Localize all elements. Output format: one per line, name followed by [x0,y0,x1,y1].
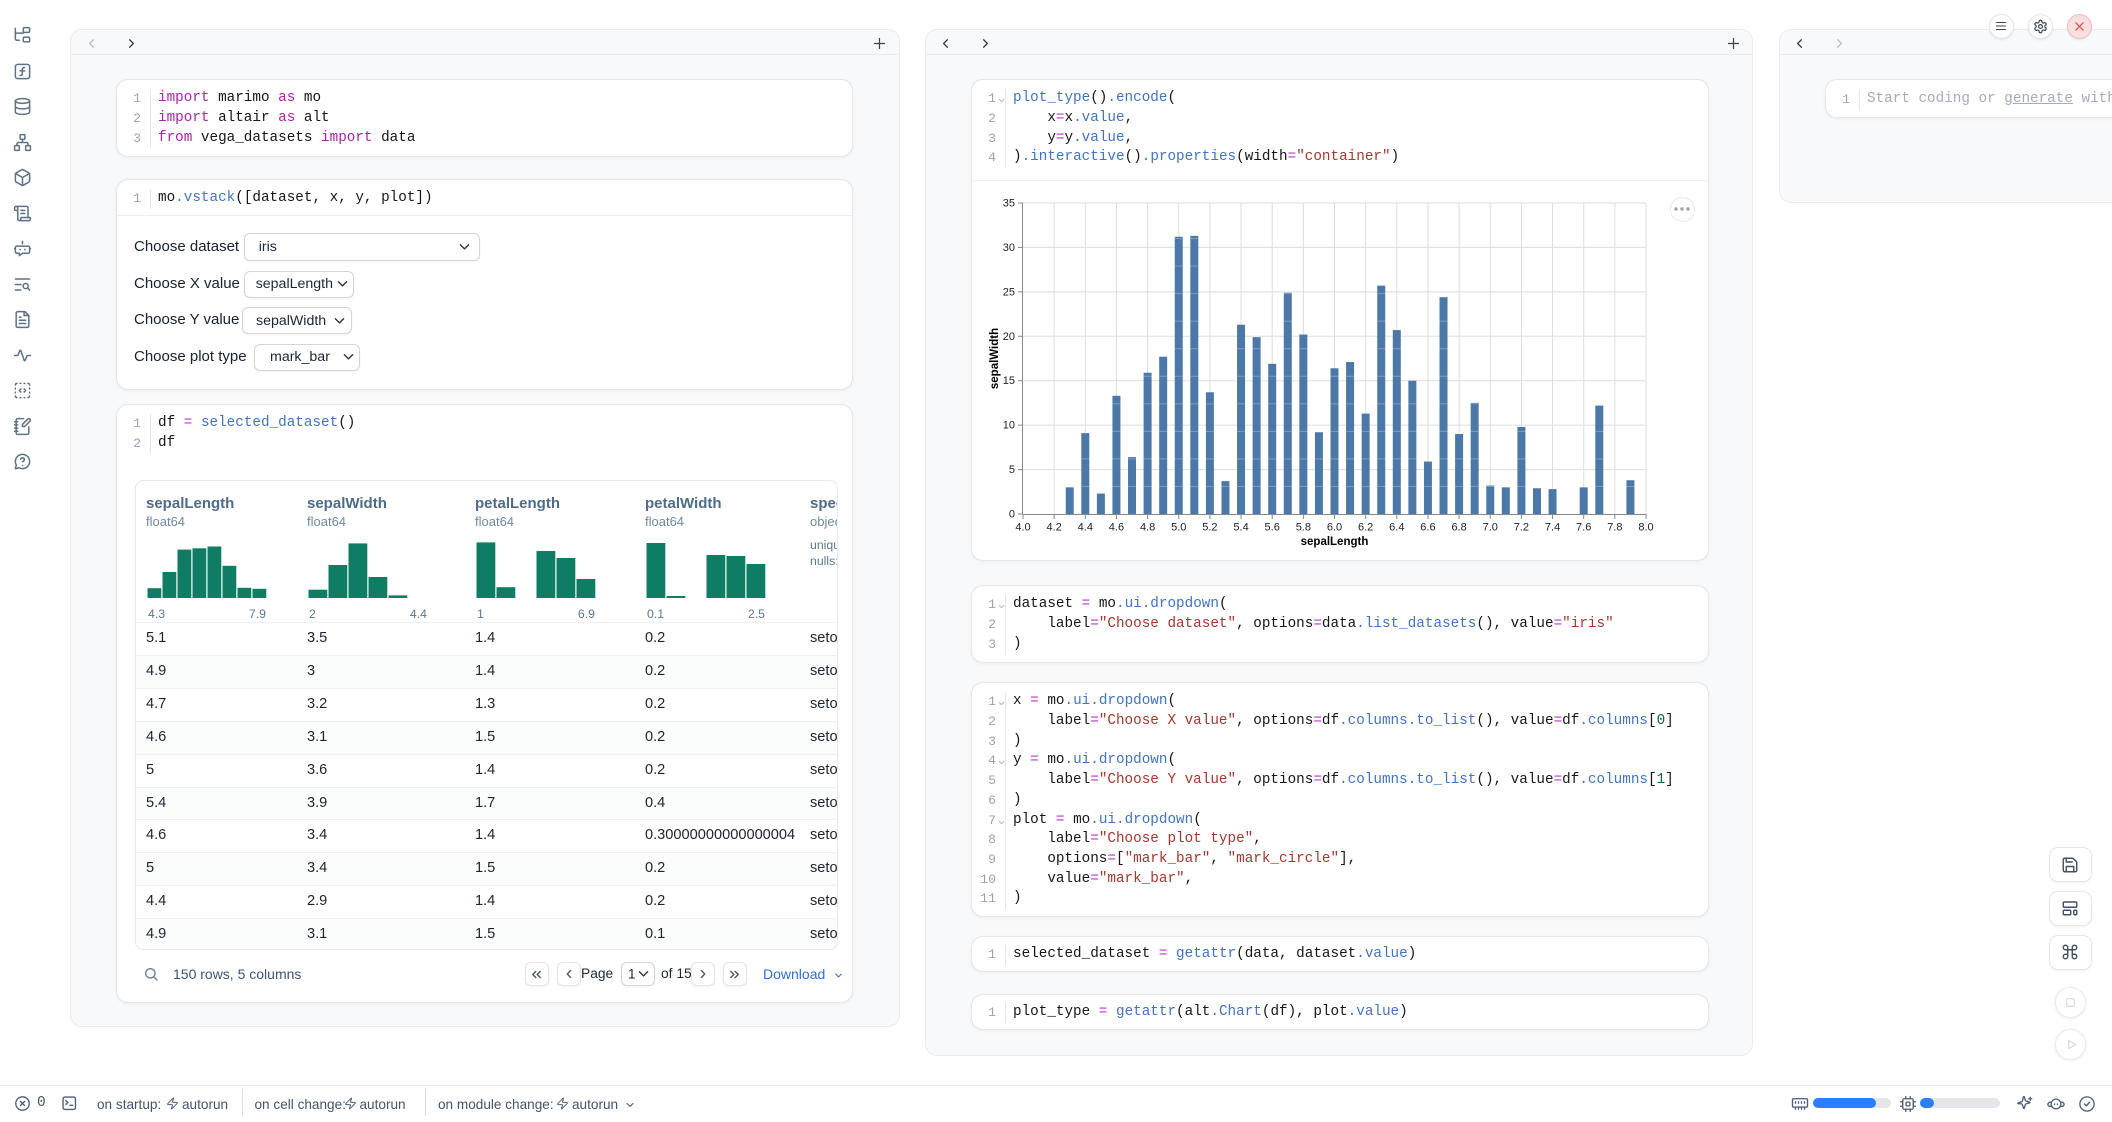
svg-text:20: 20 [1003,331,1015,343]
svg-text:25: 25 [1003,286,1015,298]
svg-text:4.2: 4.2 [1047,522,1062,534]
svg-text:7.8: 7.8 [1607,522,1622,534]
svg-text:sepalLength: sepalLength [1301,536,1369,548]
svg-text:5.6: 5.6 [1265,522,1280,534]
svg-text:6.6: 6.6 [1420,522,1435,534]
svg-text:6.2: 6.2 [1358,522,1373,534]
svg-text:5.4: 5.4 [1233,522,1248,534]
svg-text:35: 35 [1003,198,1015,210]
svg-text:7.4: 7.4 [1545,522,1560,534]
svg-text:5.8: 5.8 [1296,522,1311,534]
svg-text:4.6: 4.6 [1109,522,1124,534]
svg-text:30: 30 [1003,242,1015,254]
svg-text:6.8: 6.8 [1451,522,1466,534]
svg-text:8.0: 8.0 [1638,522,1653,534]
svg-text:4.0: 4.0 [1015,522,1030,534]
svg-text:15: 15 [1003,375,1015,387]
svg-text:4.8: 4.8 [1140,522,1155,534]
svg-text:sepalWidth: sepalWidth [989,328,1001,389]
svg-text:5: 5 [1009,464,1015,476]
svg-text:6.0: 6.0 [1327,522,1342,534]
svg-text:0: 0 [1009,509,1015,521]
svg-text:6.4: 6.4 [1389,522,1404,534]
svg-text:4.4: 4.4 [1078,522,1093,534]
svg-text:5.2: 5.2 [1202,522,1217,534]
svg-text:7.6: 7.6 [1576,522,1591,534]
svg-text:7.0: 7.0 [1483,522,1498,534]
svg-text:7.2: 7.2 [1514,522,1529,534]
svg-text:5.0: 5.0 [1171,522,1186,534]
svg-text:10: 10 [1003,420,1015,432]
